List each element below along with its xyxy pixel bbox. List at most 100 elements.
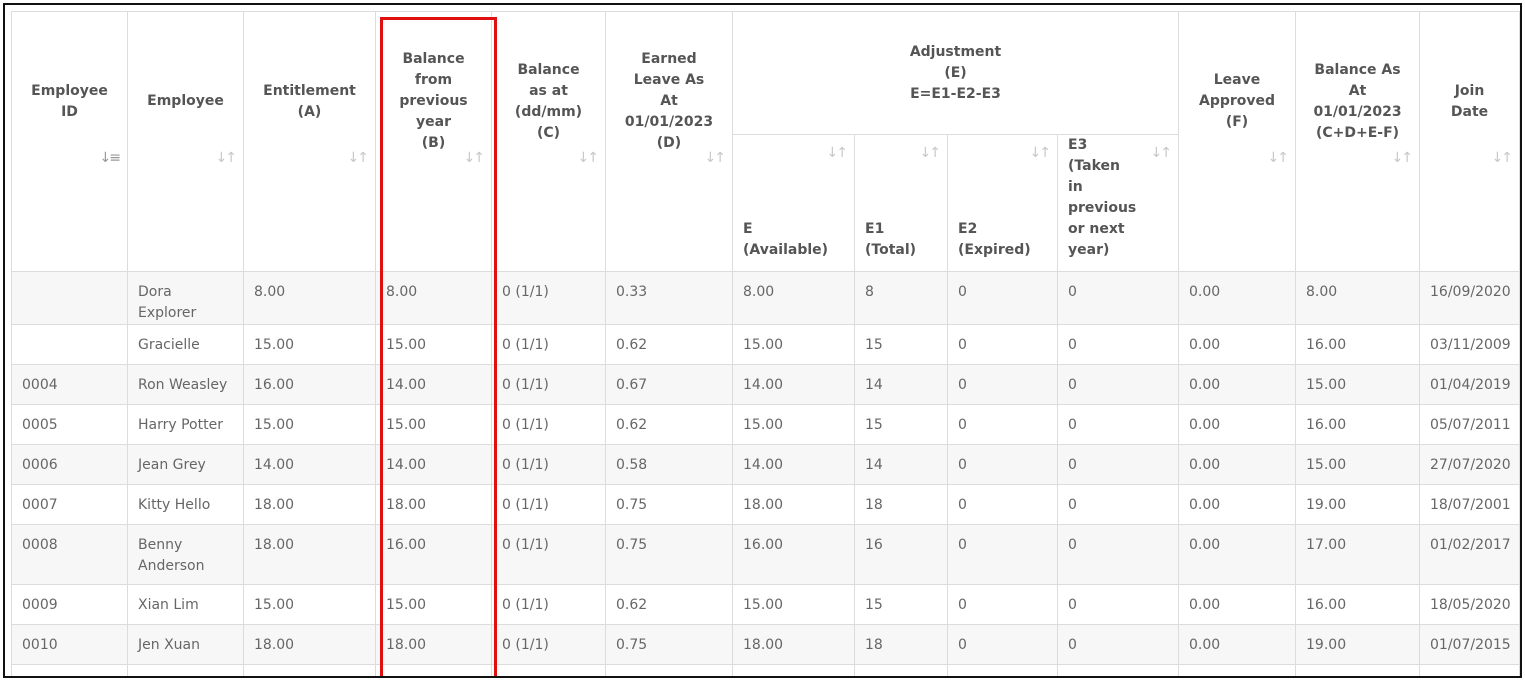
cell-employee: Kitty Hello	[127, 484, 244, 525]
cell-balance-as-at: 0 (1/1)	[491, 404, 606, 445]
header-label: Balance	[402, 51, 465, 67]
column-header-e1-total[interactable]: E1 (Total) ↓↑	[854, 134, 948, 272]
cell-employee: Jen Xuan	[127, 624, 244, 665]
cell-balance-as-at-end: 13.00	[1295, 664, 1421, 676]
header-label: Approved	[1198, 93, 1276, 109]
cell-e2-expired: 0	[947, 484, 1058, 525]
cell-balance-previous-year: 18.00	[375, 624, 492, 665]
cell-leave-approved: 0.00	[1178, 584, 1297, 625]
cell-employee-id: 0008	[11, 524, 128, 585]
cell-employee: Harry Potter	[127, 404, 244, 445]
cell-balance-as-at-end: 16.00	[1295, 584, 1421, 625]
column-header-balance-as-at-end[interactable]: Balance As At 01/01/2023 (C+D+E-F) ↓↑	[1295, 11, 1421, 272]
sort-icon[interactable]: ↓↑	[1392, 148, 1414, 169]
column-header-entitlement[interactable]: Entitlement (A) ↓↑	[243, 11, 376, 272]
column-header-earned-leave[interactable]: Earned Leave As At 01/01/2023 (D) ↓↑	[605, 11, 733, 272]
cell-leave-approved: 0.00	[1178, 364, 1297, 405]
header-label: At	[660, 93, 678, 109]
cell-e3-taken: 0	[1056, 624, 1180, 665]
cell-e3-taken: 0	[1056, 364, 1180, 405]
header-label: Earned	[641, 51, 697, 67]
column-header-balance-as-at[interactable]: Balance as at (dd/mm) (C) ↓↑	[491, 11, 606, 272]
header-label: E3 (Taken	[1068, 137, 1120, 174]
sort-icon[interactable]: ↓↑	[827, 143, 849, 164]
cell-e1-total: 18	[854, 484, 948, 525]
cell-join-date: 01/03/2018	[1419, 664, 1520, 676]
sort-icon[interactable]: ↓↑	[1030, 143, 1052, 164]
cell-entitlement: 15.00	[243, 404, 376, 445]
cell-e2-expired: 0	[947, 624, 1058, 665]
table-row: 0010 Jen Xuan 18.00 18.00 0 (1/1) 0.75 18.00 18…	[11, 624, 1520, 665]
column-header-adjustment: Adjustment (E) E=E1-E2-E3	[731, 11, 1180, 135]
cell-balance-previous-year: 8.00	[375, 271, 492, 325]
sort-icon[interactable]: ↓↑	[1268, 148, 1290, 169]
column-header-e2-expired[interactable]: E2 (Expired) ↓↑	[947, 134, 1058, 272]
sort-icon[interactable]: ↓↑	[920, 143, 942, 164]
cell-e1-total: 16	[854, 524, 948, 585]
cell-e1-total: 15	[854, 404, 948, 445]
cell-employee-id	[11, 271, 128, 325]
cell-balance-previous-year: 16.00	[375, 524, 492, 585]
header-label: (C)	[536, 124, 561, 141]
header-label: Leave As	[633, 72, 705, 88]
column-header-employee[interactable]: Employee ↓↑	[127, 11, 244, 272]
cell-employee: Ron Weasley	[127, 364, 244, 405]
cell-join-date: 03/11/2009	[1419, 324, 1520, 365]
table-row: Gracielle 15.00 15.00 0 (1/1) 0.62 15.00 15 0 0 0…	[11, 324, 1520, 365]
header-label: (Expired)	[958, 242, 1031, 258]
cell-e2-expired: 0	[947, 404, 1058, 445]
header-label: previous	[1068, 200, 1137, 216]
table-row: 0006 Jean Grey 14.00 14.00 0 (1/1) 0.58 14.00 1…	[11, 444, 1520, 485]
column-header-employee-id[interactable]: Employee ID ↓≡	[11, 11, 128, 272]
header-label: year)	[1068, 242, 1110, 258]
cell-e-available: 15.00	[732, 324, 855, 365]
header-label: ID	[61, 103, 78, 120]
cell-e2-expired: 0	[947, 324, 1058, 365]
sort-icon[interactable]: ↓↑	[1151, 143, 1173, 164]
cell-balance-previous-year: 15.00	[375, 404, 492, 445]
cell-e3-taken: 0	[1056, 404, 1180, 445]
cell-earned-leave: 0.62	[605, 324, 733, 365]
cell-earned-leave: 0.58	[605, 444, 733, 485]
cell-employee: Jean Grey	[127, 444, 244, 485]
column-header-e3-taken[interactable]: E3 (Taken in previous or next year) ↓↑	[1056, 134, 1180, 272]
cell-employee-id: 0007	[11, 484, 128, 525]
header-label: or next	[1068, 221, 1125, 237]
cell-balance-previous-year: 15.00	[375, 324, 492, 365]
cell-e1-total: 8	[854, 271, 948, 325]
cell-e3-taken: 0	[1056, 584, 1180, 625]
sort-icon[interactable]: ↓↑	[464, 148, 486, 169]
sort-icon[interactable]: ↓↑	[216, 148, 238, 169]
cell-e1-total: 12	[854, 664, 948, 676]
header-label: in	[1068, 179, 1083, 195]
cell-join-date: 05/07/2011	[1419, 404, 1520, 445]
cell-leave-approved: 0.00	[1178, 664, 1297, 676]
column-header-balance-previous-year[interactable]: Balance from previous year (B) ↓↑	[375, 11, 492, 272]
header-label: E1	[865, 221, 885, 237]
cell-balance-as-at: 0 (1/1)	[491, 444, 606, 485]
column-header-leave-approved[interactable]: Leave Approved (F) ↓↑	[1178, 11, 1297, 272]
sort-icon[interactable]: ↓↑	[705, 148, 727, 169]
cell-e-available: 16.00	[732, 524, 855, 585]
cell-e-available: 14.00	[732, 444, 855, 485]
sort-icon[interactable]: ↓↑	[348, 148, 370, 169]
cell-e3-taken: 0	[1056, 524, 1180, 585]
sort-icon[interactable]: ↓↑	[578, 148, 600, 169]
cell-employee: Lady Bug	[127, 664, 244, 676]
cell-e-available: 15.00	[732, 584, 855, 625]
cell-join-date: 18/07/2001	[1419, 484, 1520, 525]
header-label: (E)	[944, 64, 967, 81]
cell-e3-taken: 0	[1056, 484, 1180, 525]
table-row: 0011Lady Bug13.0012.000 (1/1)0.5412.0012…	[11, 664, 1520, 676]
column-header-e-available[interactable]: E (Available) ↓↑	[732, 134, 855, 272]
cell-leave-approved: 0.00	[1178, 624, 1297, 665]
cell-e3-taken: 0	[1056, 664, 1180, 676]
cell-employee-id: 0009	[11, 584, 128, 625]
cell-balance-previous-year: 18.00	[375, 484, 492, 525]
sort-ascending-icon[interactable]: ↓≡	[100, 148, 122, 169]
sort-icon[interactable]: ↓↑	[1492, 148, 1514, 169]
cell-join-date: 01/07/2015	[1419, 624, 1520, 665]
column-header-join-date[interactable]: Join Date ↓↑	[1419, 11, 1520, 272]
cell-balance-as-at-end: 16.00	[1295, 324, 1421, 365]
cell-balance-as-at-end: 8.00	[1295, 271, 1421, 325]
